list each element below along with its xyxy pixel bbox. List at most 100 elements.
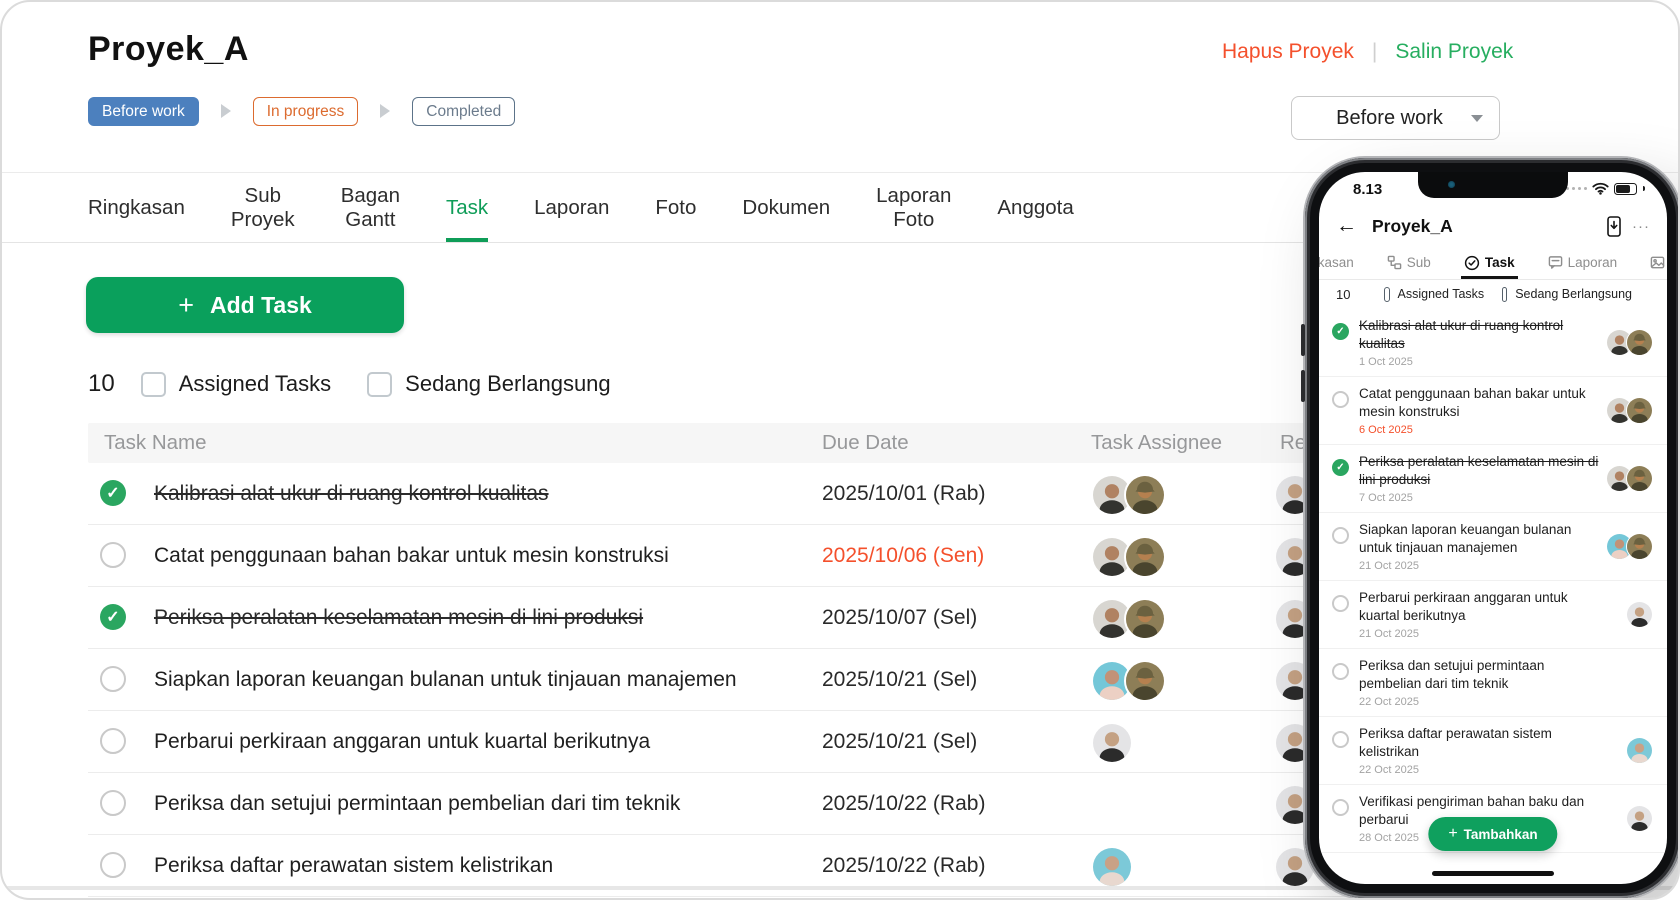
phone-tab-label: Task	[1485, 255, 1515, 270]
phone-task-text: Catat penggunaan bahan bakar untuk mesin…	[1359, 385, 1599, 436]
tab-laporan[interactable]: Laporan	[534, 174, 609, 242]
due-date: 2025/10/06 (Sen)	[822, 525, 984, 586]
tab-sub-proyek[interactable]: Sub Proyek	[231, 174, 295, 242]
phone-filter-row: 10 Assigned Tasks Sedang Berlangsung	[1319, 279, 1667, 309]
plus-icon: +	[1448, 825, 1457, 843]
task-check-icon	[1464, 255, 1480, 271]
task-open-circle-icon[interactable]	[1332, 799, 1349, 816]
app-window: Proyek_A Hapus Proyek | Salin Proyek Bef…	[0, 0, 1680, 900]
phone-task-item[interactable]: Periksa daftar perawatan sistem kelistri…	[1319, 717, 1667, 785]
tab-ringkasan[interactable]: Ringkasan	[88, 174, 185, 242]
in-progress-checkbox[interactable]	[367, 372, 392, 397]
phone-in-progress-label: Sedang Berlangsung	[1515, 287, 1632, 301]
task-open-circle-icon[interactable]	[100, 790, 126, 816]
phone-task-item[interactable]: ✓Periksa peralatan keselamatan mesin di …	[1319, 445, 1667, 513]
chevron-down-icon	[1471, 115, 1483, 122]
phone-task-name: Kalibrasi alat ukur di ruang kontrol kua…	[1359, 317, 1599, 353]
tab-bagan-gantt[interactable]: Bagan Gantt	[341, 174, 400, 242]
task-open-circle-icon[interactable]	[1332, 595, 1349, 612]
phone-avatars	[1599, 725, 1653, 776]
delete-project-link[interactable]: Hapus Proyek	[1222, 40, 1354, 64]
add-task-fab[interactable]: + Tambahkan	[1428, 817, 1557, 851]
home-indicator[interactable]	[1432, 871, 1554, 876]
tab-foto[interactable]: Foto	[655, 174, 696, 242]
copy-project-link[interactable]: Salin Proyek	[1395, 40, 1513, 64]
task-name: Periksa dan setujui permintaan pembelian…	[154, 773, 680, 834]
phone-in-progress-checkbox[interactable]	[1502, 287, 1507, 302]
photo-icon	[1650, 255, 1665, 270]
volume-down-button	[1301, 370, 1305, 402]
status-dropdown-value: Before work	[1308, 107, 1471, 130]
in-progress-label: Sedang Berlangsung	[405, 371, 611, 397]
phone-task-item[interactable]: Periksa dan setujui permintaan pembelian…	[1319, 649, 1667, 717]
phone-task-date: 22 Oct 2025	[1359, 696, 1599, 708]
avatar	[1626, 329, 1653, 356]
tab-anggota[interactable]: Anggota	[997, 174, 1073, 242]
more-icon[interactable]: ···	[1632, 218, 1650, 235]
task-open-circle-icon[interactable]	[1332, 731, 1349, 748]
due-date: 2025/10/07 (Sel)	[822, 587, 977, 648]
task-open-circle-icon[interactable]	[1332, 663, 1349, 680]
task-open-circle-icon[interactable]	[1332, 391, 1349, 408]
page-title: Proyek_A	[88, 30, 249, 69]
status-dropdown[interactable]: Before work	[1291, 96, 1500, 140]
flow-arrow-icon	[221, 104, 231, 118]
add-task-label: Add Task	[210, 292, 312, 319]
avatar	[1091, 722, 1133, 764]
add-task-button[interactable]: + Add Task	[86, 277, 404, 333]
task-open-circle-icon[interactable]	[100, 728, 126, 754]
phone-tab-task[interactable]: Task	[1461, 246, 1518, 279]
phone-assigned-tasks-label: Assigned Tasks	[1398, 287, 1485, 301]
assignee-avatars	[1091, 722, 1133, 764]
phone-tab-label: Sub	[1407, 255, 1431, 270]
tab-dokumen[interactable]: Dokumen	[742, 174, 830, 242]
phone-task-text: Siapkan laporan keuangan bulanan untuk t…	[1359, 521, 1599, 572]
task-count: 10	[88, 370, 115, 398]
col-re: Re	[1280, 423, 1306, 463]
phone-task-item[interactable]: ✓ Kalibrasi alat ukur di ruang kontrol ku…	[1319, 309, 1667, 377]
phone-tab-ringkasan[interactable]: Ringkasan	[1319, 246, 1357, 279]
task-open-circle-icon[interactable]	[100, 666, 126, 692]
avatar	[1626, 397, 1653, 424]
status-badge-in-progress[interactable]: In progress	[253, 97, 359, 126]
back-icon[interactable]: ←	[1336, 214, 1357, 238]
phone-task-item[interactable]: Perbarui perkiraan anggaran untuk kuarta…	[1319, 581, 1667, 649]
phone-tab-laporan[interactable]: Laporan	[1545, 246, 1621, 279]
task-name: Siapkan laporan keuangan bulanan untuk t…	[154, 649, 737, 710]
phone-task-item[interactable]: Catat penggunaan bahan bakar untuk mesin…	[1319, 377, 1667, 445]
phone-tab-sub[interactable]: Sub	[1384, 246, 1434, 279]
phone-task-text: Periksa daftar perawatan sistem kelistri…	[1359, 725, 1599, 776]
battery-tip-icon	[1643, 186, 1645, 191]
phone-task-list: ✓ Kalibrasi alat ukur di ruang kontrol ku…	[1319, 309, 1667, 884]
phone-task-text: Periksa dan setujui permintaan pembelian…	[1359, 657, 1599, 708]
status-badge-completed[interactable]: Completed	[412, 97, 515, 126]
task-done-icon[interactable]: ✓	[100, 480, 126, 506]
phone-tab-foto[interactable]: Foto	[1647, 246, 1667, 279]
phone-avatars	[1599, 317, 1653, 368]
task-done-icon[interactable]: ✓	[100, 604, 126, 630]
phone-task-name: Catat penggunaan bahan bakar untuk mesin…	[1359, 385, 1599, 421]
phone-task-name: Siapkan laporan keuangan bulanan untuk t…	[1359, 521, 1599, 557]
tab-laporan-foto[interactable]: Laporan Foto	[876, 174, 951, 242]
tab-task[interactable]: Task	[446, 174, 488, 242]
task-open-circle-icon[interactable]	[100, 542, 126, 568]
task-done-icon[interactable]: ✓	[1332, 459, 1349, 476]
assigned-tasks-checkbox[interactable]	[141, 372, 166, 397]
device-download-icon[interactable]	[1607, 216, 1621, 237]
task-open-circle-icon[interactable]	[1332, 527, 1349, 544]
avatar	[1124, 660, 1166, 702]
task-open-circle-icon[interactable]	[100, 852, 126, 878]
phone-avatars	[1599, 793, 1653, 844]
phone-task-item[interactable]: Siapkan laporan keuangan bulanan untuk t…	[1319, 513, 1667, 581]
task-done-icon[interactable]: ✓	[1332, 323, 1349, 340]
col-due-date: Due Date	[822, 423, 909, 463]
avatar	[1626, 465, 1653, 492]
phone-assigned-tasks-checkbox[interactable]	[1384, 287, 1389, 302]
phone-task-name: Periksa dan setujui permintaan pembelian…	[1359, 657, 1599, 693]
avatar	[1091, 846, 1133, 888]
status-badge-before-work[interactable]: Before work	[88, 97, 199, 126]
phone-task-date: 6 Oct 2025	[1359, 424, 1599, 436]
actions-separator: |	[1372, 40, 1377, 64]
phone-task-text: Kalibrasi alat ukur di ruang kontrol kua…	[1359, 317, 1599, 368]
due-date: 2025/10/21 (Sel)	[822, 649, 977, 710]
